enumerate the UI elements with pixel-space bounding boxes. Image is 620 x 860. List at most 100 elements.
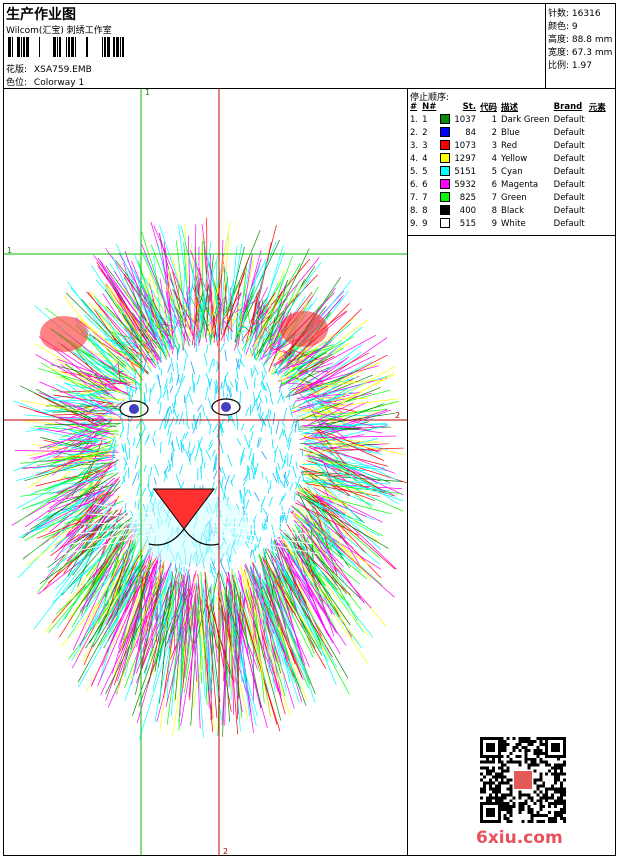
design-canvas <box>4 89 407 855</box>
color-swatch-cell <box>438 204 452 217</box>
color-swatch-cell <box>438 152 452 165</box>
color-brand: Default <box>553 218 585 229</box>
color-seq: 5. <box>410 166 419 177</box>
color-stitches: 1037 <box>454 114 477 125</box>
color-swatch <box>440 127 451 138</box>
design-label: 花版: <box>6 65 28 75</box>
color-stitches: 400 <box>459 205 477 216</box>
color-code: 3 <box>491 140 498 151</box>
colorway-label: 色位: <box>6 78 28 88</box>
color-seq: 1. <box>410 114 419 125</box>
col-brand: Brand <box>553 102 583 112</box>
stat-height-value: 88.8 mm <box>571 35 613 45</box>
guide-label-h2: 2 <box>395 411 401 420</box>
color-desc: Yellow <box>501 153 528 164</box>
color-seq: 3. <box>410 140 419 151</box>
color-no: 4 <box>422 153 428 164</box>
design-filename: XSA759.EMB <box>33 65 92 75</box>
stat-stitches-value: 16316 <box>571 9 601 19</box>
lion-embroidery-artwork <box>11 217 407 740</box>
barcode-image <box>8 37 124 57</box>
stat-stitches: 针数: 16316 <box>548 6 601 19</box>
color-swatch-cell <box>438 165 452 178</box>
guide-label-v1: 1 <box>145 88 151 97</box>
stat-stitches-label: 针数: <box>548 9 570 19</box>
color-swatch-cell <box>438 191 452 204</box>
header-stats-divider <box>545 3 546 88</box>
color-code: 2 <box>491 127 498 138</box>
color-stitches: 825 <box>459 192 477 203</box>
color-row: 9. 9 515 9 White Default <box>408 217 608 230</box>
color-brand: Default <box>553 153 585 164</box>
stat-height: 高度: 88.8 mm <box>548 32 612 45</box>
color-no: 7 <box>422 192 428 203</box>
col-stitches: St. <box>462 102 477 112</box>
stat-scale-value: 1.97 <box>571 61 592 71</box>
col-element: 元素 <box>588 103 606 113</box>
col-swatch <box>438 101 452 113</box>
color-desc: Cyan <box>501 166 523 177</box>
color-no: 3 <box>422 140 428 151</box>
color-swatch <box>440 192 451 203</box>
color-desc: Magenta <box>501 179 539 190</box>
color-row: 5. 5 5151 5 Cyan Default <box>408 165 608 178</box>
color-row: 4. 4 1297 4 Yellow Default <box>408 152 608 165</box>
color-swatch-cell <box>438 113 452 126</box>
color-brand: Default <box>553 140 585 151</box>
color-desc: Green <box>501 192 527 203</box>
color-code: 7 <box>491 192 498 203</box>
color-brand: Default <box>553 114 585 125</box>
color-stop-table: # N# St. 代码 描述 Brand 元素 1. 1 1037 1 Dark Gre… <box>408 101 608 230</box>
stat-colors-label: 颜色: <box>548 22 570 32</box>
color-swatch <box>440 140 451 151</box>
color-code: 4 <box>491 153 498 164</box>
color-brand: Default <box>553 166 585 177</box>
sheet-title: 生产作业图 <box>6 7 76 23</box>
color-seq: 6. <box>410 179 419 190</box>
color-row: 3. 3 1073 3 Red Default <box>408 139 608 152</box>
color-stitches: 1297 <box>454 153 477 164</box>
color-no: 8 <box>422 205 428 216</box>
color-brand: Default <box>553 205 585 216</box>
color-swatch <box>440 205 451 216</box>
color-brand: Default <box>553 179 585 190</box>
color-code: 1 <box>491 114 498 125</box>
color-row: 1. 1 1037 1 Dark Green Default <box>408 113 608 126</box>
company-name: Wilcom(汇宝) 刺绣工作室 <box>6 26 112 36</box>
color-no: 9 <box>422 218 428 229</box>
colorway-value: Colorway 1 <box>33 78 85 88</box>
color-row: 8. 8 400 8 Black Default <box>408 204 608 217</box>
color-row: 6. 6 5932 6 Magenta Default <box>408 178 608 191</box>
table-bottom-divider <box>407 235 616 236</box>
color-desc: Red <box>501 140 518 151</box>
design-file: 花版: XSA759.EMB <box>6 62 92 75</box>
color-desc: Dark Green <box>501 114 550 125</box>
color-row: 7. 7 825 7 Green Default <box>408 191 608 204</box>
color-no: 5 <box>422 166 428 177</box>
color-stitches: 5932 <box>454 179 477 190</box>
color-swatch <box>440 218 451 229</box>
watermark-logo: 6xiu.com <box>476 828 563 848</box>
color-brand: Default <box>553 192 585 203</box>
color-seq: 7. <box>410 192 419 203</box>
col-desc: 描述 <box>501 103 519 113</box>
color-desc: Black <box>501 205 525 216</box>
color-seq: 9. <box>410 218 419 229</box>
color-swatch <box>440 153 451 164</box>
color-stitches: 84 <box>465 127 477 138</box>
color-code: 8 <box>491 205 498 216</box>
color-swatch-cell <box>438 178 452 191</box>
color-desc: Blue <box>501 127 520 138</box>
guide-label-v2: 2 <box>223 847 229 856</box>
col-no: N# <box>422 102 437 112</box>
color-swatch-cell <box>438 139 452 152</box>
stat-scale-label: 比例: <box>548 61 570 71</box>
color-seq: 8. <box>410 205 419 216</box>
color-swatch <box>440 179 451 190</box>
color-no: 2 <box>422 127 428 138</box>
color-swatch <box>440 114 451 125</box>
color-row: 2. 2 84 2 Blue Default <box>408 126 608 139</box>
stat-height-label: 高度: <box>548 35 570 45</box>
color-seq: 4. <box>410 153 419 164</box>
col-code: 代码 <box>480 103 498 113</box>
